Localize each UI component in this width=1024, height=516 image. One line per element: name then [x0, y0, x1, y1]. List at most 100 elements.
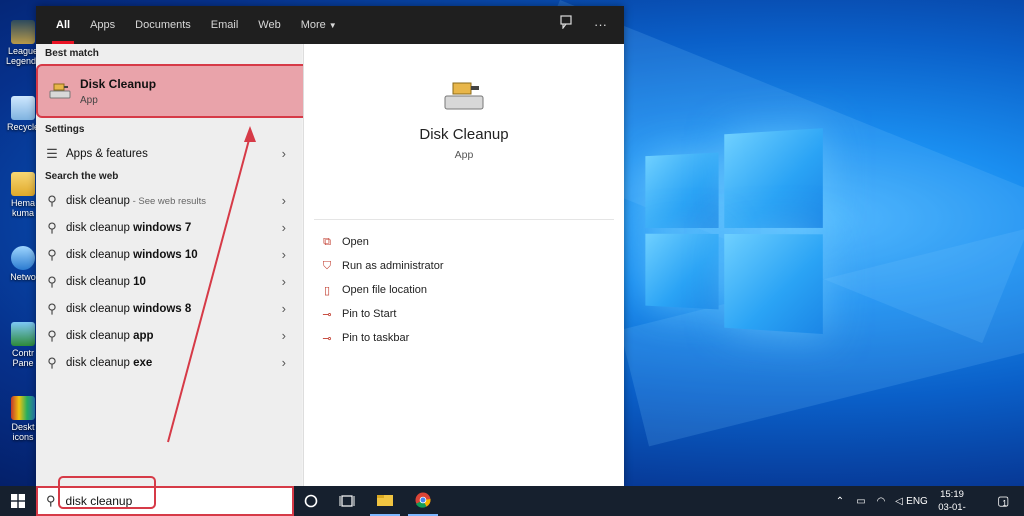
chevron-right-icon[interactable]: ›	[282, 328, 286, 343]
web-result[interactable]: ⚲ disk cleanup windows 10 ›	[36, 241, 302, 268]
wifi-icon[interactable]: ◠	[872, 486, 890, 516]
chevron-right-icon[interactable]: ›	[282, 301, 286, 316]
chevron-up-icon[interactable]: ⌃	[832, 486, 848, 516]
chevron-right-icon[interactable]: ›	[282, 355, 286, 370]
tab-label: Web	[258, 19, 281, 31]
desktop-icon-label: Hema kuma	[10, 198, 35, 218]
best-match-result[interactable]: Disk Cleanup App	[36, 64, 324, 118]
best-match-title: Disk Cleanup	[80, 76, 157, 91]
desktop-icon-label: Recycle	[6, 122, 39, 132]
language-indicator[interactable]: ENG	[906, 486, 928, 516]
desktop-icon-desktop-icons[interactable]: Deskt icons	[6, 396, 40, 442]
desktop-icon-league[interactable]: League Legends	[6, 20, 41, 66]
clock[interactable]: 15:19 03-01-2020	[930, 488, 974, 516]
result-apps-features[interactable]: ☰ Apps & features ›	[36, 140, 302, 167]
tab-documents[interactable]: Documents	[125, 6, 201, 44]
web-result[interactable]: ⚲ disk cleanup - See web results ›	[36, 187, 302, 214]
clock-date: 03-01-2020	[938, 502, 966, 516]
tab-more[interactable]: More ▼	[291, 6, 347, 44]
query-text: disk cleanup	[66, 194, 130, 207]
search-panel: All Apps Documents Email Web More ▼ ··· B…	[36, 6, 624, 486]
result-label: disk cleanup windows 10	[66, 249, 198, 261]
result-label: disk cleanup 10	[66, 276, 146, 288]
tab-apps[interactable]: Apps	[80, 6, 125, 44]
action-pin-to-start[interactable]: ⊸ Pin to Start	[304, 302, 624, 326]
best-match-type: App	[80, 94, 98, 106]
action-pin-to-taskbar[interactable]: ⊸ Pin to taskbar	[304, 326, 624, 350]
tab-web[interactable]: Web	[248, 6, 290, 44]
tab-all[interactable]: All	[46, 6, 80, 44]
desktop-icon-network[interactable]: Netwo	[6, 246, 40, 282]
desktop-icon-label: Netwo	[10, 272, 36, 282]
search-icon: ⚲	[47, 246, 57, 262]
section-best-match: Best match	[45, 48, 99, 59]
chevron-right-icon[interactable]: ›	[282, 220, 286, 235]
result-label: disk cleanup - See web results	[66, 195, 206, 207]
desktop-icon-folder[interactable]: Hema kuma	[6, 172, 40, 218]
query-suffix: app	[133, 329, 154, 342]
query-suffix: exe	[133, 356, 153, 369]
chrome-icon	[415, 492, 431, 508]
chrome-button[interactable]	[408, 486, 438, 516]
desktop-icon-control-panel[interactable]: Contr Pane	[6, 322, 40, 368]
preview-type: App	[454, 149, 474, 161]
league-icon	[11, 20, 35, 44]
tab-label: Documents	[135, 19, 191, 31]
chevron-right-icon[interactable]: ›	[282, 146, 286, 161]
web-result[interactable]: ⚲ disk cleanup 10 ›	[36, 268, 302, 295]
action-open[interactable]: ⧉ Open	[304, 230, 624, 254]
control-panel-icon	[11, 322, 35, 346]
web-result[interactable]: ⚲ disk cleanup windows 7 ›	[36, 214, 302, 241]
list-settings-icon: ☰	[46, 145, 58, 161]
battery-icon[interactable]: ▭	[852, 486, 870, 516]
folder-icon	[377, 495, 393, 506]
web-result[interactable]: ⚲ disk cleanup app ›	[36, 322, 302, 349]
search-icon: ⚲	[47, 219, 57, 235]
circle-icon	[304, 494, 318, 508]
taskbar: ⚲ ⌃ ▭ ◠ ◁ ENG 15:19 03-01-2020 ▢1	[0, 486, 1024, 516]
language-label: ENG	[906, 495, 928, 507]
action-open-file-location[interactable]: ▯ Open file location	[304, 278, 624, 302]
search-icon: ⚲	[47, 327, 57, 343]
action-label: Pin to taskbar	[342, 332, 410, 344]
start-button[interactable]	[0, 486, 36, 516]
search-input[interactable]	[65, 494, 266, 508]
feedback-icon[interactable]	[560, 6, 574, 44]
app-preview: Disk Cleanup App	[314, 78, 614, 220]
shield-icon: ⛉	[322, 259, 332, 272]
ellipsis-icon[interactable]: ···	[594, 6, 607, 44]
search-icon: ⚲	[46, 493, 56, 508]
tab-email[interactable]: Email	[201, 6, 249, 44]
network-icon	[11, 246, 35, 270]
result-label: disk cleanup exe	[66, 357, 152, 369]
folder-icon	[11, 172, 35, 196]
query-suffix: windows 10	[133, 248, 198, 261]
recycle-bin-icon	[11, 96, 35, 120]
search-icon: ⚲	[47, 300, 57, 316]
search-icon: ⚲	[47, 192, 57, 208]
pin-icon: ⊸	[322, 332, 332, 345]
disk-cleanup-large-icon	[442, 78, 486, 114]
notifications-button[interactable]: ▢ 1	[990, 486, 1014, 516]
cortana-button[interactable]	[296, 486, 326, 516]
tab-label: All	[56, 19, 71, 31]
see-web-results-text: - See web results	[129, 195, 206, 207]
result-label: disk cleanup app	[66, 330, 154, 342]
task-view-button[interactable]	[332, 486, 362, 516]
chevron-right-icon[interactable]: ›	[282, 247, 286, 262]
windows-logo-wallpaper	[645, 128, 823, 335]
tab-label: Apps	[90, 19, 116, 31]
action-label: Pin to Start	[342, 308, 397, 320]
chevron-right-icon[interactable]: ›	[282, 274, 286, 289]
file-explorer-button[interactable]	[370, 486, 400, 516]
web-result[interactable]: ⚲ disk cleanup windows 8 ›	[36, 295, 302, 322]
web-result[interactable]: ⚲ disk cleanup exe ›	[36, 349, 302, 376]
search-icon: ⚲	[47, 354, 57, 370]
chevron-down-icon: ▼	[328, 21, 337, 30]
desktop-icon-recycle-bin[interactable]: Recycle	[6, 96, 40, 132]
taskbar-search-box[interactable]: ⚲	[36, 486, 294, 516]
query-suffix: 10	[133, 275, 146, 288]
preview-pane: Disk Cleanup App ⧉ Open ⛉ Run as administr…	[303, 44, 624, 486]
action-run-as-admin[interactable]: ⛉ Run as administrator	[304, 254, 624, 278]
chevron-right-icon[interactable]: ›	[282, 193, 286, 208]
